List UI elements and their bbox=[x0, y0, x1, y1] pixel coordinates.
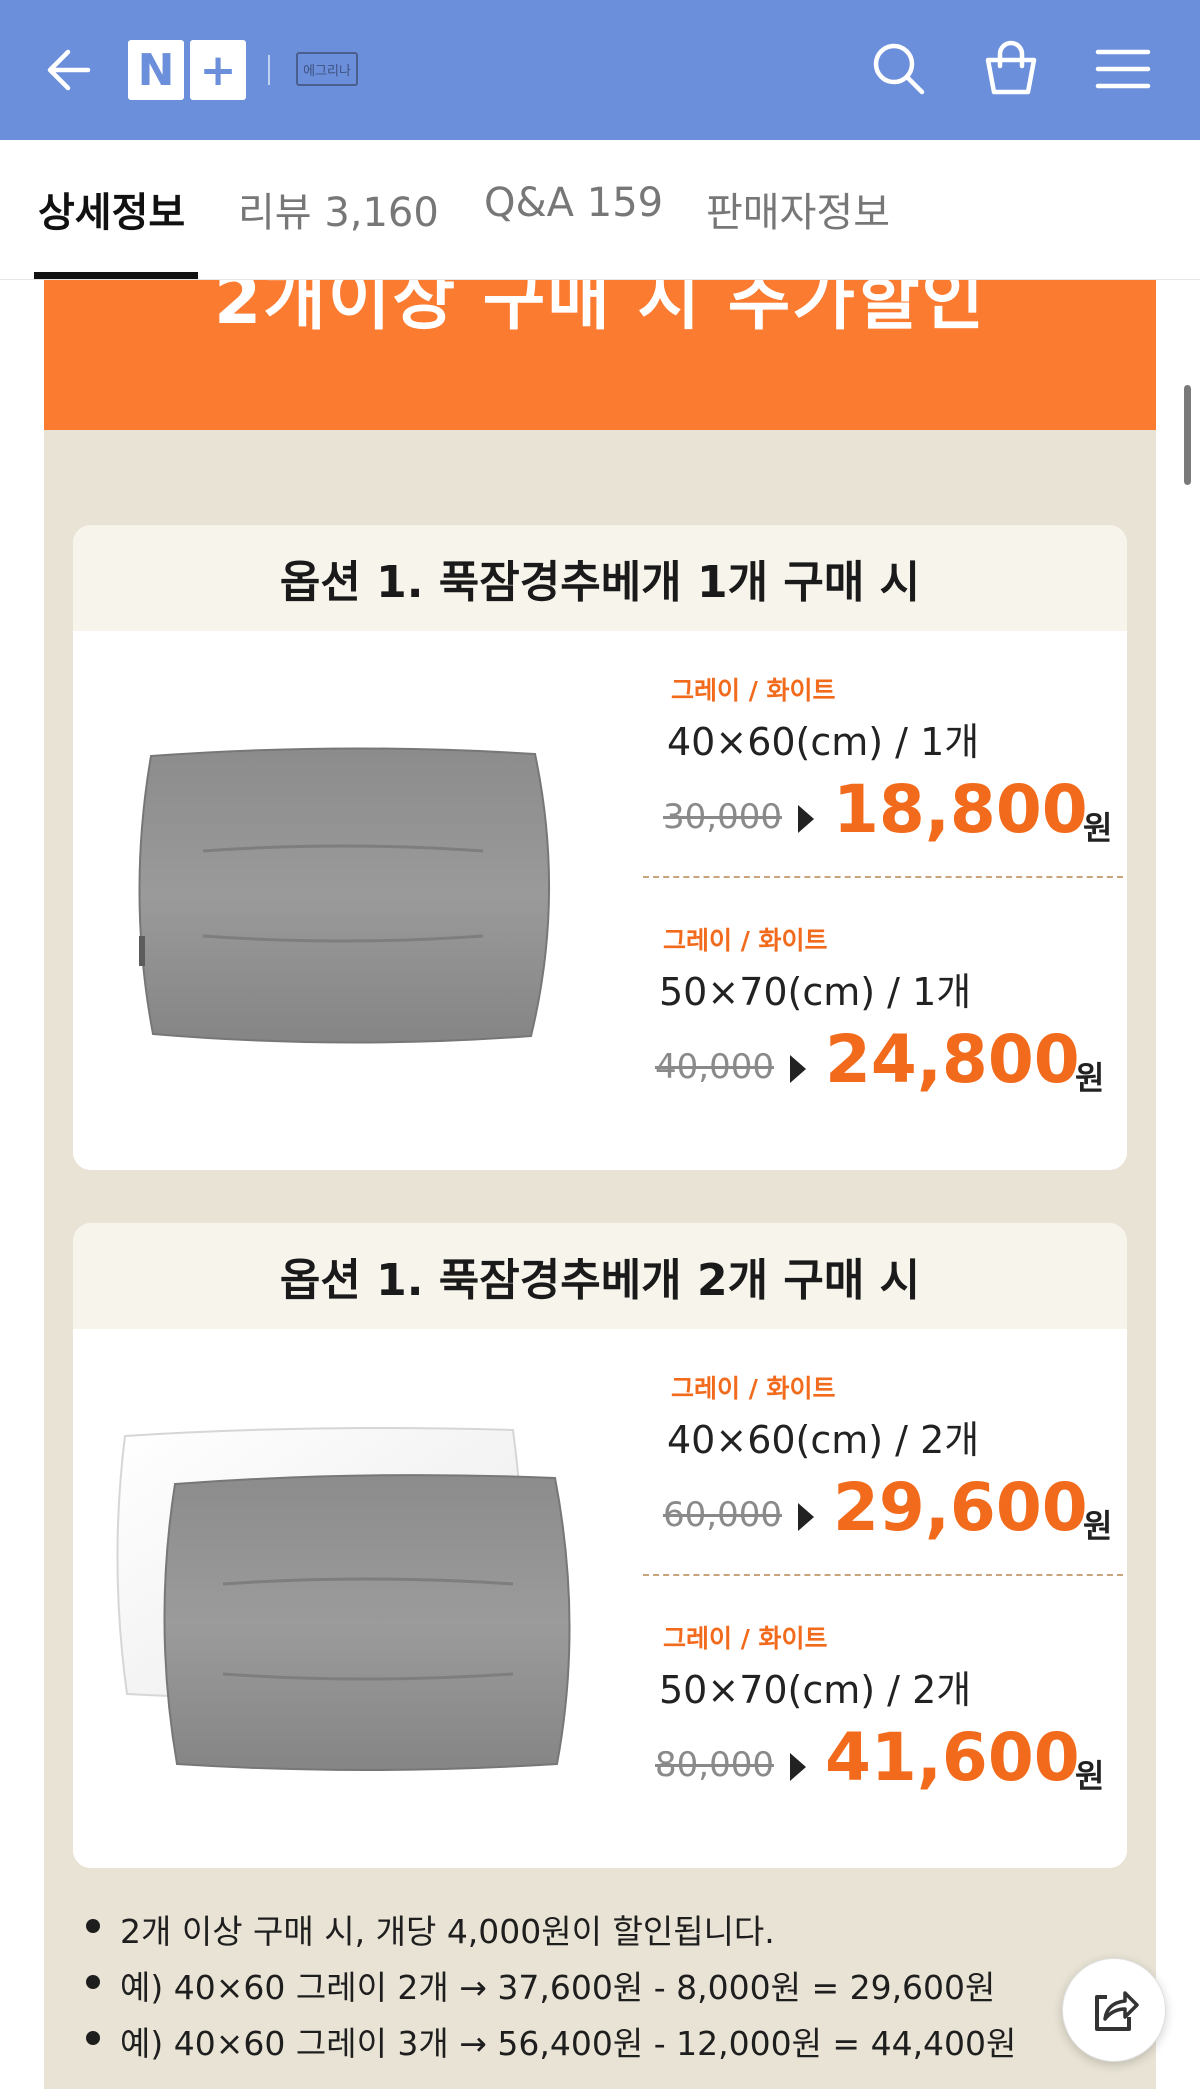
share-button[interactable] bbox=[1062, 1958, 1166, 2062]
price-row: 80,000 41,600 원 bbox=[655, 1719, 1104, 1799]
store-logo[interactable]: 에그리나 bbox=[296, 52, 358, 86]
arrow-left-icon bbox=[47, 49, 91, 91]
color-label: 그레이 / 화이트 bbox=[671, 1374, 836, 1403]
original-price: 40,000 bbox=[655, 1047, 774, 1087]
product-detail-content: 2개이상 구매 시 추가할인 옵션 1. 푹잠경추베개 1개 구매 시 그레이 … bbox=[44, 280, 1156, 2089]
triangle-right-icon bbox=[790, 1055, 806, 1083]
price-row: 40,000 24,800 원 bbox=[655, 1021, 1104, 1101]
search-button[interactable] bbox=[866, 36, 932, 102]
size-label: 50×70(cm) / 2개 bbox=[659, 1668, 972, 1712]
price-list: 그레이 / 화이트 40×60(cm) / 2개 60,000 29,600 원… bbox=[643, 1369, 1123, 1849]
currency-unit: 원 bbox=[1075, 1059, 1105, 1097]
original-price: 30,000 bbox=[663, 797, 782, 837]
option-card-1pc: 옵션 1. 푹잠경추베개 1개 구매 시 그레이 / 화이트 40×60(cm)… bbox=[73, 525, 1127, 1170]
price-list: 그레이 / 화이트 40×60(cm) / 1개 30,000 18,800 원… bbox=[643, 671, 1123, 1151]
option-card-body: 그레이 / 화이트 40×60(cm) / 2개 60,000 29,600 원… bbox=[73, 1329, 1127, 1868]
logo-letter-n: N bbox=[128, 40, 184, 100]
menu-button[interactable] bbox=[1090, 36, 1156, 102]
banner-text: 2개이상 구매 시 추가할인 bbox=[214, 280, 986, 340]
dashed-divider bbox=[643, 876, 1123, 878]
option-card-body: 그레이 / 화이트 40×60(cm) / 1개 30,000 18,800 원… bbox=[73, 631, 1127, 1170]
sale-price: 24,800 bbox=[825, 1021, 1080, 1098]
note-item: 예) 40×60 그레이 2개 → 37,600원 - 8,000원 = 29,… bbox=[80, 1961, 1156, 2017]
dashed-divider bbox=[643, 1574, 1123, 1576]
page-scrollbar[interactable] bbox=[1184, 385, 1191, 485]
hamburger-menu-icon bbox=[1095, 49, 1151, 89]
active-tab-indicator bbox=[34, 272, 198, 279]
option-card-2pc: 옵션 1. 푹잠경추베개 2개 구매 시 그레이 / 화이트 40×60(cm)… bbox=[73, 1223, 1127, 1868]
original-price: 80,000 bbox=[655, 1745, 774, 1785]
shopping-bag-icon bbox=[985, 40, 1037, 95]
size-label: 40×60(cm) / 1개 bbox=[667, 720, 980, 764]
share-icon bbox=[1095, 1991, 1139, 2031]
triangle-right-icon bbox=[798, 1503, 814, 1531]
cart-button[interactable] bbox=[978, 36, 1044, 102]
sale-price: 29,600 bbox=[833, 1469, 1088, 1546]
tab-qna[interactable]: Q&A 159 bbox=[484, 180, 663, 280]
product-tabs: 상세정보 리뷰 3,160 Q&A 159 판매자정보 bbox=[0, 140, 1200, 280]
variant-50x70-2pc: 그레이 / 화이트 50×70(cm) / 2개 80,000 41,600 원 bbox=[655, 1619, 1104, 1868]
variant-40x60-2pc: 그레이 / 화이트 40×60(cm) / 2개 60,000 29,600 원 bbox=[663, 1369, 1112, 1619]
triangle-right-icon bbox=[790, 1753, 806, 1781]
pillow-pair-image bbox=[113, 1424, 603, 1774]
back-button[interactable] bbox=[40, 40, 100, 100]
size-label: 40×60(cm) / 2개 bbox=[667, 1418, 980, 1462]
tab-reviews[interactable]: 리뷰 3,160 bbox=[238, 180, 439, 280]
note-item: 예) 40×60 그레이 3개 → 56,400원 - 12,000원 = 44… bbox=[80, 2017, 1156, 2073]
option-card-title: 옵션 1. 푹잠경추베개 1개 구매 시 bbox=[73, 525, 1127, 631]
gray-pillow-image bbox=[133, 746, 553, 1046]
price-row: 30,000 18,800 원 bbox=[663, 771, 1112, 851]
tab-details[interactable]: 상세정보 bbox=[38, 180, 185, 280]
naver-plus-logo[interactable]: N + bbox=[128, 40, 246, 100]
color-label: 그레이 / 화이트 bbox=[671, 676, 836, 705]
color-label: 그레이 / 화이트 bbox=[663, 926, 828, 955]
currency-unit: 원 bbox=[1083, 1507, 1113, 1545]
option-card-title: 옵션 1. 푹잠경추베개 2개 구매 시 bbox=[73, 1223, 1127, 1329]
discount-notes: 2개 이상 구매 시, 개당 4,000원이 할인됩니다. 예) 40×60 그… bbox=[80, 1905, 1156, 2073]
note-item: 2개 이상 구매 시, 개당 4,000원이 할인됩니다. bbox=[80, 1905, 1156, 1961]
currency-unit: 원 bbox=[1083, 809, 1113, 847]
sale-price: 41,600 bbox=[825, 1719, 1080, 1796]
color-label: 그레이 / 화이트 bbox=[663, 1624, 828, 1653]
tab-seller-info[interactable]: 판매자정보 bbox=[706, 180, 890, 280]
size-label: 50×70(cm) / 1개 bbox=[659, 970, 972, 1014]
search-icon bbox=[873, 43, 925, 95]
price-row: 60,000 29,600 원 bbox=[663, 1469, 1112, 1549]
logo-letter-plus: + bbox=[190, 40, 246, 100]
currency-unit: 원 bbox=[1075, 1757, 1105, 1795]
sale-price: 18,800 bbox=[833, 771, 1088, 848]
top-navigation-bar: N + 에그리나 bbox=[0, 0, 1200, 140]
original-price: 60,000 bbox=[663, 1495, 782, 1535]
discount-banner: 2개이상 구매 시 추가할인 bbox=[44, 280, 1156, 430]
header-divider bbox=[268, 55, 270, 85]
variant-40x60-1pc: 그레이 / 화이트 40×60(cm) / 1개 30,000 18,800 원 bbox=[663, 671, 1112, 921]
triangle-right-icon bbox=[798, 805, 814, 833]
variant-50x70-1pc: 그레이 / 화이트 50×70(cm) / 1개 40,000 24,800 원 bbox=[655, 921, 1104, 1170]
